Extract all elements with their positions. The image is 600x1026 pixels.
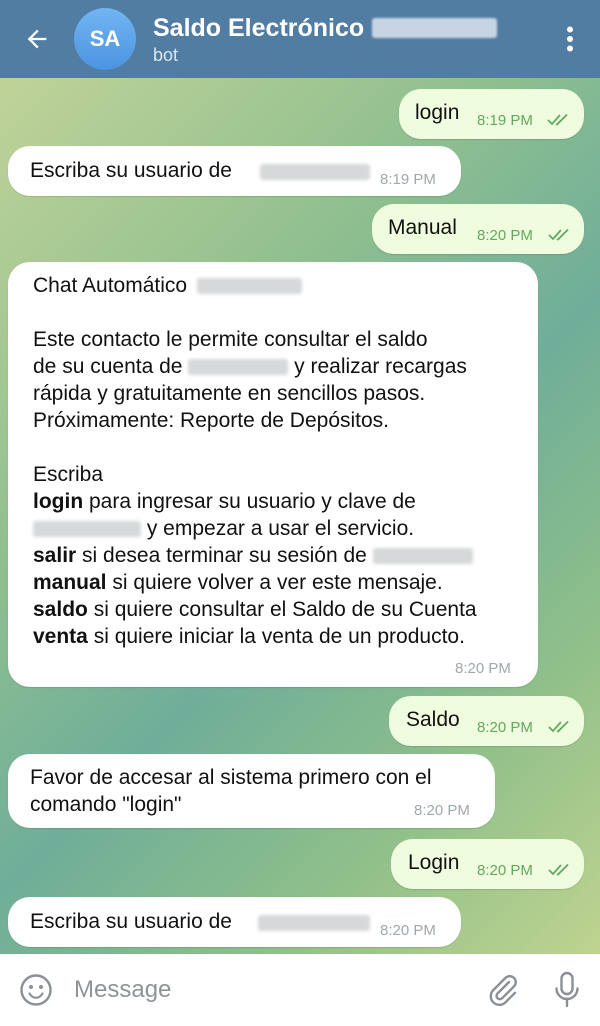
outgoing-message[interactable]: login 8:19 PM [399,89,584,139]
voice-button[interactable] [534,954,600,1026]
message-text: login [415,101,460,124]
message-text: Escriba [33,463,104,486]
microphone-icon [555,971,579,1008]
redacted-text [196,278,302,295]
incoming-message[interactable]: Escriba su usuario de 8:19 PM [8,146,461,196]
read-receipt-icon [548,228,569,241]
message-text: Login [408,851,460,874]
read-receipt-icon [548,720,569,733]
command-login[interactable]: login [33,490,83,513]
message-text: Este contacto le permite consultar el sa… [33,328,428,351]
message-text: Chat Automático [33,274,188,297]
message-text: Próximamente: Reporte de Depósitos. [33,409,390,432]
outgoing-message[interactable]: Manual 8:20 PM [372,204,584,254]
message-text: y empezar a usar el servicio. [146,517,415,540]
incoming-message[interactable]: Favor de accesar al sistema primero con … [8,754,495,828]
message-input[interactable] [72,969,472,1011]
message-text: comando "login" [30,793,182,816]
message-text: Saldo [406,708,460,731]
redacted-text [372,548,473,565]
chat-header: SA Saldo Electrónico bot [0,0,600,78]
message-text: para ingresar su usuario y clave de [89,490,416,513]
message-time: 8:20 PM [477,227,533,244]
emoji-button[interactable] [0,954,72,1026]
read-receipt-icon [548,863,569,876]
message-text: Escriba su usuario de [30,910,232,933]
command-manual[interactable]: manual [33,571,107,594]
redacted-text [260,164,370,180]
message-time: 8:20 PM [414,802,470,819]
message-text: si quiere iniciar la venta de un product… [93,625,465,648]
message-time: 8:20 PM [477,862,533,879]
message-text: Escriba su usuario de [30,159,232,182]
chat-title: Saldo Electrónico [153,13,365,42]
command-saldo[interactable]: saldo [33,598,88,621]
message-time: 8:19 PM [477,112,533,129]
avatar[interactable]: SA [74,8,136,70]
emoji-icon [20,974,52,1006]
incoming-message[interactable]: Escriba su usuario de 8:20 PM [8,897,461,947]
avatar-initials: SA [89,26,121,51]
message-text: rápida y gratuitamente en sencillos paso… [33,382,426,405]
message-time: 8:20 PM [455,660,511,677]
message-text: Manual [388,216,457,239]
read-receipt-icon [547,113,568,126]
message-text: y realizar recargas [294,355,467,378]
redacted-text [188,359,289,376]
message-text: si desea terminar su sesión de [82,544,367,567]
attach-button[interactable] [472,954,534,1026]
message-time: 8:19 PM [380,171,436,188]
message-text: Favor de accesar al sistema primero con … [30,766,432,789]
message-composer [0,954,600,1026]
redacted-text [33,521,141,538]
message-text: de su cuenta de [33,355,183,378]
command-salir[interactable]: salir [33,544,76,567]
outgoing-message[interactable]: Login 8:20 PM [391,839,584,889]
redacted-text [372,17,498,38]
message-time: 8:20 PM [477,719,533,736]
arrow-left-icon [27,29,47,49]
chat-title-block[interactable]: Saldo Electrónico bot [153,13,540,66]
chat-subtitle: bot [153,44,179,65]
message-text: si quiere volver a ver este mensaje. [112,571,443,594]
incoming-message[interactable]: Chat Automático Este contacto le permite… [8,262,538,687]
redacted-text [258,915,370,931]
paperclip-icon [489,975,517,1007]
message-time: 8:20 PM [380,922,436,939]
message-text: si quiere consultar el Saldo de su Cuent… [93,598,477,621]
more-vertical-icon [567,26,573,52]
message-list[interactable]: login 8:19 PM Escriba su usuario de 8:19… [0,78,600,954]
back-button[interactable] [0,0,74,78]
more-menu-button[interactable] [540,0,600,78]
outgoing-message[interactable]: Saldo 8:20 PM [389,696,584,746]
command-venta[interactable]: venta [33,625,88,648]
